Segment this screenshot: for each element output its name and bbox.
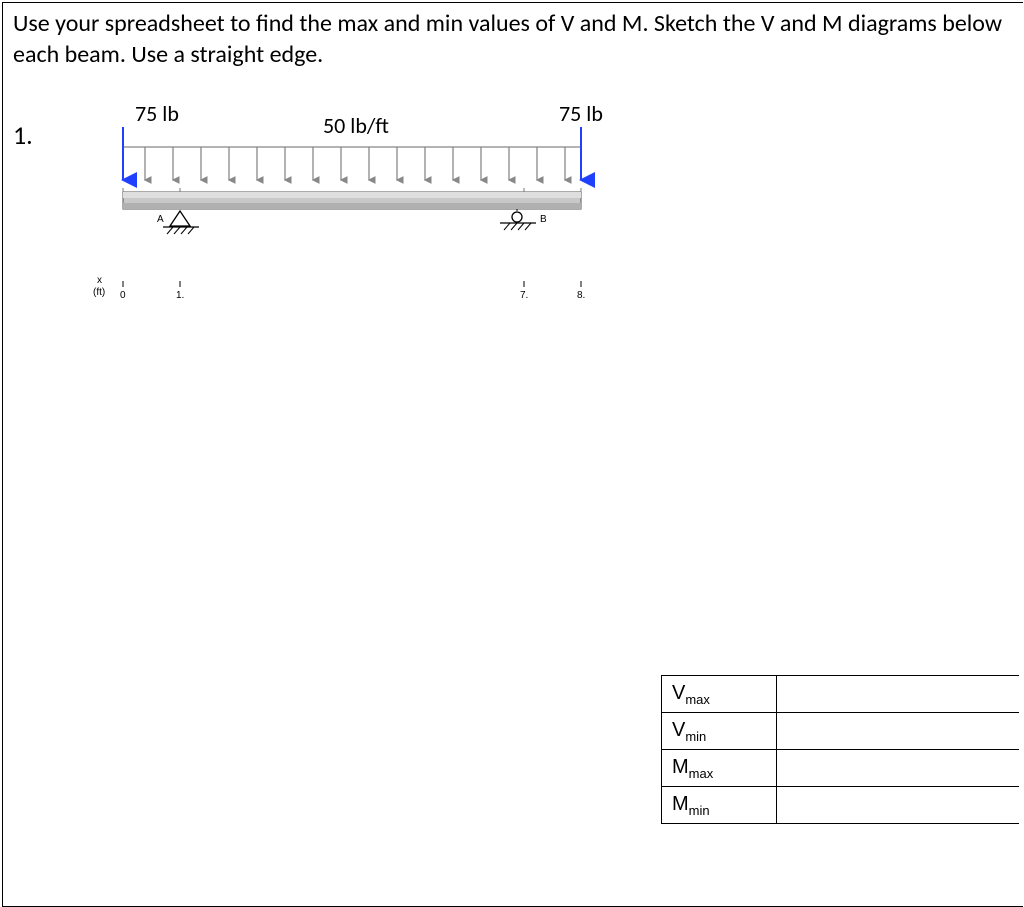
vmax-value[interactable] <box>777 676 1019 713</box>
vmin-label: Vmin <box>662 713 777 750</box>
mmax-value[interactable] <box>777 750 1019 787</box>
results-table: Vmax Vmin Mmax Mmin <box>661 675 1019 824</box>
tick-7: 7. <box>520 290 528 301</box>
support-b: B <box>500 209 547 230</box>
right-point-load-label: 75 lb <box>559 103 603 127</box>
left-point-load-label: 75 lb <box>135 103 179 127</box>
svg-text:A: A <box>157 214 164 225</box>
support-a: A <box>157 211 199 234</box>
instructions-text: Use your spreadsheet to find the max and… <box>3 3 1023 70</box>
table-row: Vmax <box>662 676 1020 713</box>
tick-0: 0 <box>120 290 126 301</box>
x-axis-label: x <box>97 275 102 286</box>
table-row: Vmin <box>662 713 1020 750</box>
beam-diagram: 75 lb 75 lb 50 lb/ft <box>93 103 633 313</box>
problem-number: 1. <box>13 119 33 151</box>
distributed-load-label: 50 lb/ft <box>323 112 389 139</box>
svg-text:B: B <box>540 214 547 225</box>
x-axis-unit: (ft) <box>93 287 105 298</box>
mmin-value[interactable] <box>777 787 1019 824</box>
table-row: Mmin <box>662 787 1020 824</box>
table-row: Mmax <box>662 750 1020 787</box>
vmax-label: Vmax <box>662 676 777 713</box>
mmin-label: Mmin <box>662 787 777 824</box>
tick-8: 8. <box>577 290 585 301</box>
tick-1: 1. <box>176 290 184 301</box>
vmin-value[interactable] <box>777 713 1019 750</box>
mmax-label: Mmax <box>662 750 777 787</box>
